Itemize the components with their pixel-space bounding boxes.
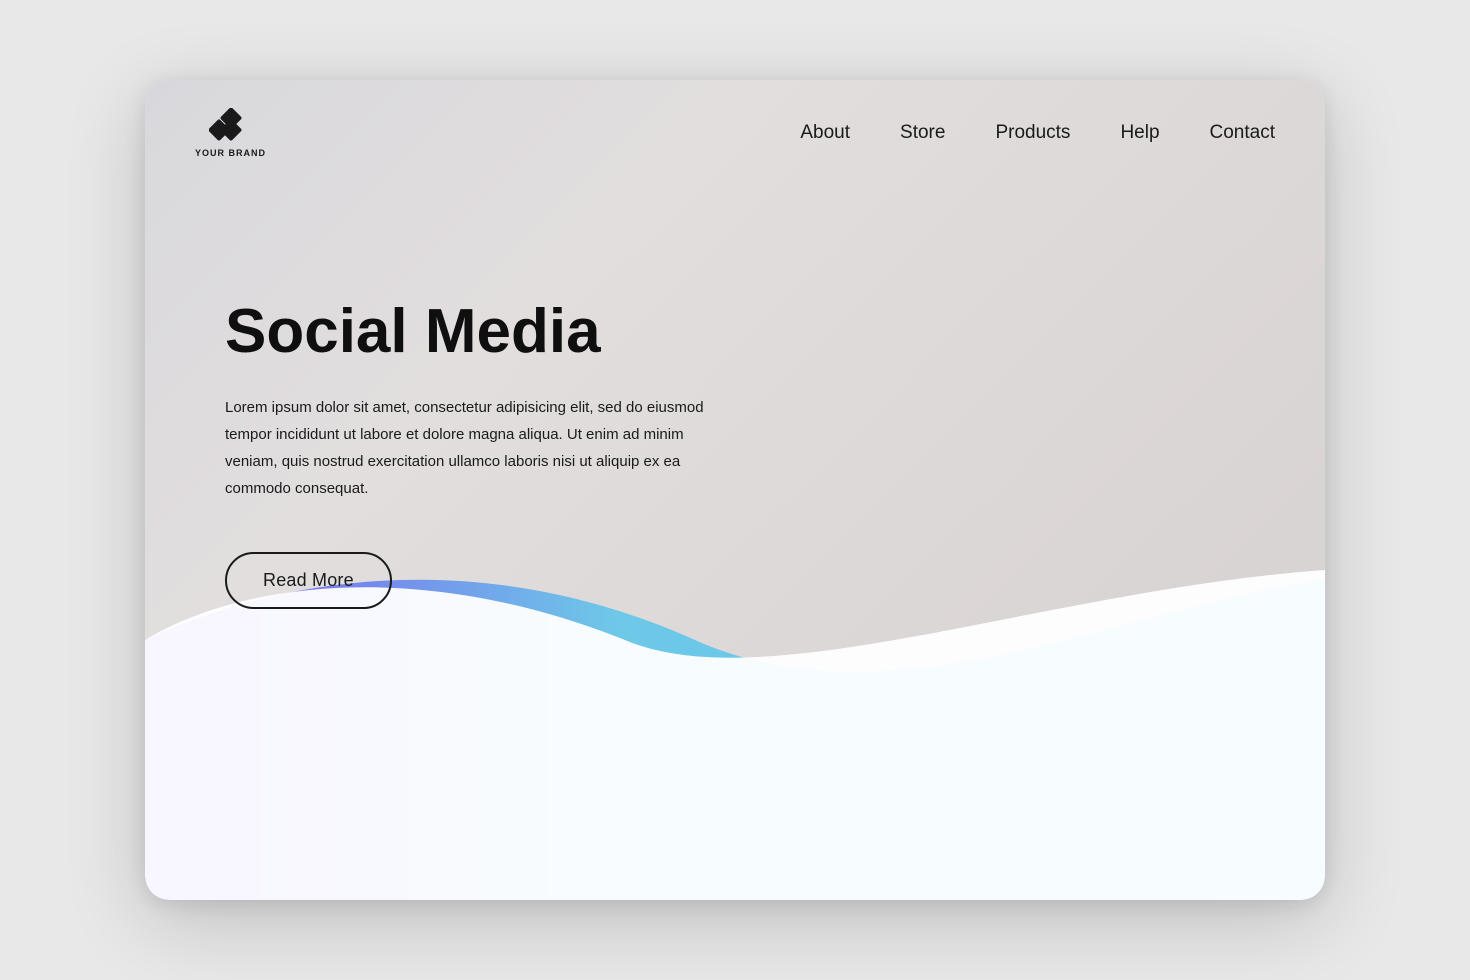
- brand-name: YOUR BRAND: [195, 148, 266, 158]
- nav-about[interactable]: About: [800, 122, 850, 144]
- logo-area: YOUR BRAND: [195, 108, 266, 158]
- nav-links: About Store Products Help Contact: [800, 122, 1275, 144]
- page-card: YOUR BRAND About Store Products Help Con…: [145, 80, 1325, 900]
- nav-store[interactable]: Store: [900, 122, 945, 144]
- logo-icon: [209, 108, 253, 144]
- read-more-button[interactable]: Read More: [225, 552, 392, 609]
- nav-help[interactable]: Help: [1120, 122, 1159, 144]
- hero-title: Social Media: [225, 298, 1325, 366]
- hero-description: Lorem ipsum dolor sit amet, consectetur …: [225, 394, 705, 502]
- navbar: YOUR BRAND About Store Products Help Con…: [145, 80, 1325, 158]
- hero-content: Social Media Lorem ipsum dolor sit amet,…: [145, 158, 1325, 900]
- nav-products[interactable]: Products: [995, 122, 1070, 144]
- nav-contact[interactable]: Contact: [1210, 122, 1275, 144]
